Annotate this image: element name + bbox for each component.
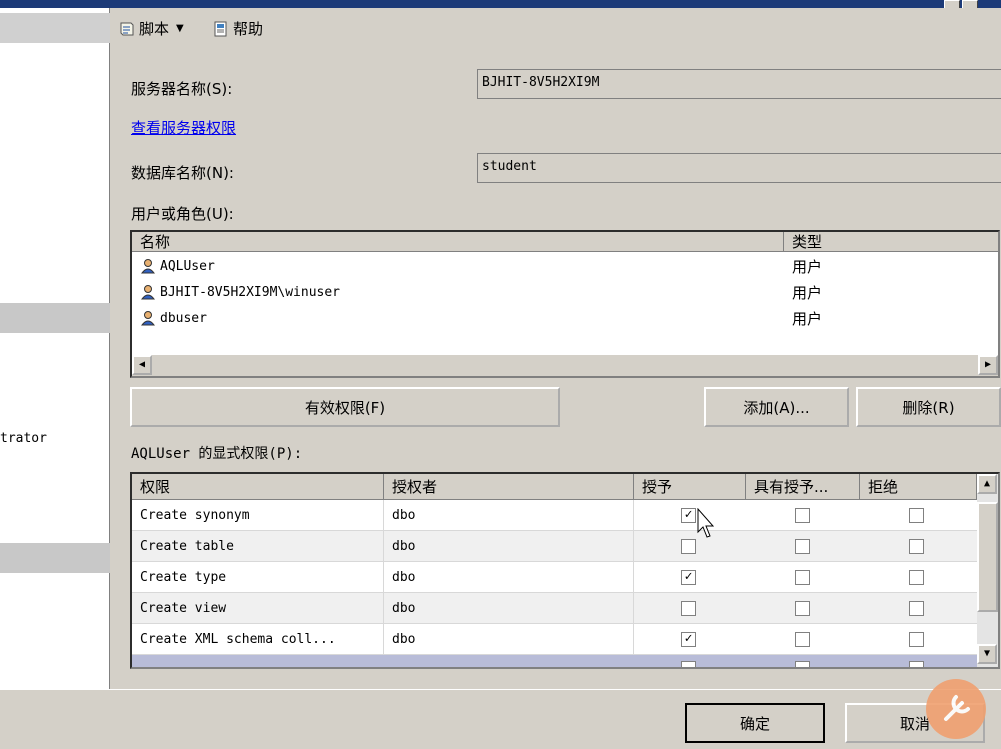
column-header-permission[interactable]: 权限 <box>132 474 384 500</box>
table-row[interactable]: Create view dbo <box>132 593 977 624</box>
grant-checkbox[interactable]: ✓ <box>681 508 696 523</box>
effective-permissions-button[interactable]: 有效权限(F) <box>130 387 560 427</box>
left-pane: trator <box>0 8 110 689</box>
user-type: 用户 <box>792 258 823 276</box>
deny-checkbox[interactable] <box>909 601 924 616</box>
list-item[interactable]: dbuser 用户 <box>132 306 998 332</box>
user-name: dbuser <box>160 310 207 326</box>
user-type: 用户 <box>792 284 823 302</box>
with-grant-checkbox[interactable] <box>795 508 810 523</box>
remove-button[interactable]: 删除(R) <box>856 387 1001 427</box>
script-label: 脚本 <box>139 20 170 38</box>
horizontal-scrollbar[interactable]: ◀ ▶ <box>132 354 998 376</box>
table-row[interactable]: Create type dbo ✓ <box>132 562 977 593</box>
toolbar: 脚本 ▼ 帮助 <box>110 8 1001 44</box>
deny-checkbox[interactable] <box>909 661 924 667</box>
grant-checkbox[interactable] <box>681 539 696 554</box>
scroll-right-button[interactable]: ▶ <box>978 355 998 375</box>
deny-checkbox[interactable] <box>909 632 924 647</box>
explicit-permissions-label: AQLUser 的显式权限(P): <box>131 446 303 462</box>
permission-grantor: dbo <box>384 500 634 531</box>
column-header-type[interactable]: 类型 <box>784 232 998 252</box>
user-icon <box>140 259 156 274</box>
permission-name: Create type <box>132 562 384 593</box>
list-item[interactable]: AQLUser 用户 <box>132 254 998 280</box>
table-row[interactable]: Create synonym dbo ✓ <box>132 500 977 531</box>
table-row[interactable]: Create XML schema coll... dbo ✓ <box>132 624 977 655</box>
table-row[interactable]: Create table dbo <box>132 531 977 562</box>
help-label: 帮助 <box>233 20 264 38</box>
permission-name: Create view <box>132 593 384 624</box>
dialog-button-bar: 确定 取消 <box>0 689 1001 749</box>
script-icon <box>120 22 134 35</box>
view-server-permissions-link[interactable]: 查看服务器权限 <box>131 117 236 138</box>
permission-name: Create table <box>132 531 384 562</box>
permissions-grid[interactable]: 权限 授权者 授予 具有授予... 拒绝 Create synonym dbo … <box>130 472 1000 669</box>
user-icon <box>140 311 156 326</box>
dropdown-arrow-icon[interactable]: ▼ <box>176 23 184 34</box>
with-grant-checkbox[interactable] <box>795 661 810 667</box>
permission-grantor: dbo <box>384 531 634 562</box>
ok-button[interactable]: 确定 <box>685 703 825 743</box>
close-button[interactable] <box>962 0 978 8</box>
database-name-field: student <box>477 153 1001 183</box>
help-button[interactable]: 帮助 <box>212 18 263 39</box>
with-grant-checkbox[interactable] <box>795 601 810 616</box>
user-name: BJHIT-8V5H2XI9M\winuser <box>160 284 341 300</box>
server-name-label: 服务器名称(S): <box>131 80 233 98</box>
main-panel: 服务器名称(S): BJHIT-8V5H2XI9M 查看服务器权限 数据库名称(… <box>110 44 1001 689</box>
column-header-deny[interactable]: 拒绝 <box>860 474 977 500</box>
permission-grantor: dbo <box>384 593 634 624</box>
scroll-thumb[interactable] <box>977 502 998 612</box>
left-pane-header <box>0 13 110 43</box>
mouse-cursor-icon <box>697 508 715 538</box>
users-list-header: 名称 类型 <box>132 232 998 252</box>
add-button[interactable]: 添加(A)... <box>704 387 849 427</box>
user-name: AQLUser <box>160 258 215 274</box>
permissions-grid-header: 权限 授权者 授予 具有授予... 拒绝 <box>132 474 977 500</box>
database-name-label: 数据库名称(N): <box>131 164 234 182</box>
vertical-scrollbar[interactable]: ▲ ▼ <box>977 474 998 667</box>
column-header-grantor[interactable]: 授权者 <box>384 474 634 500</box>
with-grant-checkbox[interactable] <box>795 570 810 585</box>
user-type: 用户 <box>792 310 823 328</box>
help-icon <box>214 21 227 36</box>
permission-name: Create XML schema coll... <box>132 624 384 655</box>
script-button[interactable]: 脚本 ▼ <box>118 18 184 39</box>
left-pane-section <box>0 543 110 573</box>
tool-badge-icon[interactable] <box>926 679 986 739</box>
users-roles-list[interactable]: 名称 类型 AQLUser 用户 BJHIT-8V5H2XI9M\winuser… <box>130 230 1000 378</box>
left-pane-section <box>0 303 110 333</box>
grant-checkbox[interactable] <box>681 601 696 616</box>
column-header-with-grant[interactable]: 具有授予... <box>746 474 860 500</box>
column-header-name[interactable]: 名称 <box>132 232 784 252</box>
minimize-button[interactable] <box>944 0 960 8</box>
deny-checkbox[interactable] <box>909 539 924 554</box>
permission-name: Create synonym <box>132 500 384 531</box>
grant-checkbox[interactable]: ✓ <box>681 632 696 647</box>
table-row[interactable] <box>132 655 977 667</box>
permission-grantor: dbo <box>384 562 634 593</box>
left-pane-text: trator <box>0 431 47 446</box>
deny-checkbox[interactable] <box>909 508 924 523</box>
scroll-up-button[interactable]: ▲ <box>977 474 997 494</box>
scroll-left-button[interactable]: ◀ <box>132 355 152 375</box>
user-icon <box>140 285 156 300</box>
server-name-field: BJHIT-8V5H2XI9M <box>477 69 1001 99</box>
grant-checkbox[interactable]: ✓ <box>681 570 696 585</box>
column-header-grant[interactable]: 授予 <box>634 474 746 500</box>
with-grant-checkbox[interactable] <box>795 539 810 554</box>
grant-checkbox[interactable] <box>681 661 696 667</box>
title-bar <box>0 0 1001 8</box>
deny-checkbox[interactable] <box>909 570 924 585</box>
permission-grantor: dbo <box>384 624 634 655</box>
scroll-down-button[interactable]: ▼ <box>977 644 997 664</box>
list-item[interactable]: BJHIT-8V5H2XI9M\winuser 用户 <box>132 280 998 306</box>
with-grant-checkbox[interactable] <box>795 632 810 647</box>
users-roles-label: 用户或角色(U): <box>131 205 234 223</box>
